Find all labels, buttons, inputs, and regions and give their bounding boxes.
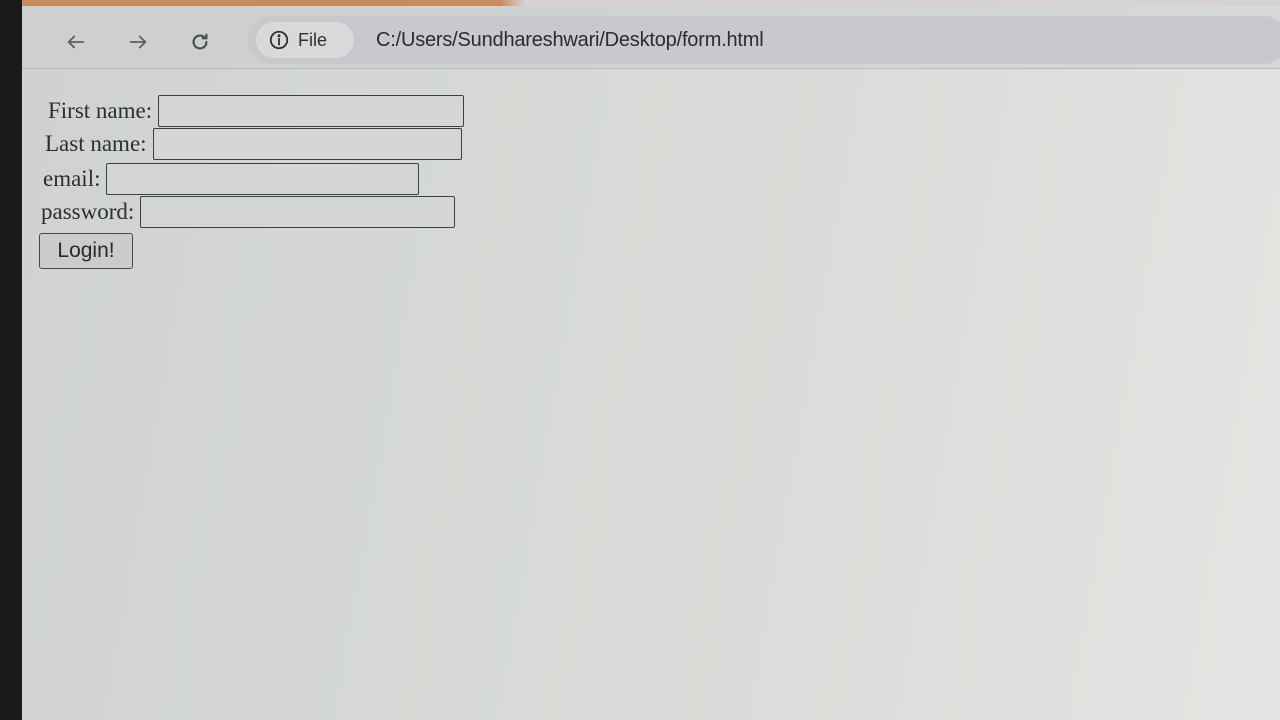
last-name-row: Last name: xyxy=(45,127,462,161)
browser-window: File C:/Users/Sundhareshwari/Desktop/for… xyxy=(22,0,1280,720)
browser-toolbar: File C:/Users/Sundhareshwari/Desktop/for… xyxy=(22,6,1280,69)
reload-button[interactable] xyxy=(186,28,214,56)
first-name-input[interactable] xyxy=(158,95,465,127)
password-input[interactable] xyxy=(140,196,456,228)
site-scheme-label: File xyxy=(298,29,328,50)
last-name-label: Last name: xyxy=(45,131,147,156)
email-label: email: xyxy=(43,166,101,191)
reload-icon xyxy=(192,33,208,50)
last-name-input[interactable] xyxy=(152,128,462,160)
email-row: email: xyxy=(43,162,420,196)
password-row: password: xyxy=(41,195,456,229)
password-label: password: xyxy=(41,199,135,224)
address-bar[interactable]: File C:/Users/Sundhareshwari/Desktop/for… xyxy=(248,16,1280,64)
first-name-label: First name: xyxy=(48,98,153,123)
url-text[interactable]: C:/Users/Sundhareshwari/Desktop/form.htm… xyxy=(376,29,764,52)
back-button[interactable] xyxy=(62,28,90,56)
site-info-chip[interactable]: File xyxy=(256,22,354,58)
email-input[interactable] xyxy=(106,163,420,195)
info-circle-icon xyxy=(268,29,290,51)
forward-button[interactable] xyxy=(124,28,152,56)
forward-arrow-icon xyxy=(129,35,147,49)
login-button[interactable]: Login! xyxy=(39,233,133,269)
back-arrow-icon xyxy=(67,35,85,49)
first-name-row: First name: xyxy=(48,94,465,128)
